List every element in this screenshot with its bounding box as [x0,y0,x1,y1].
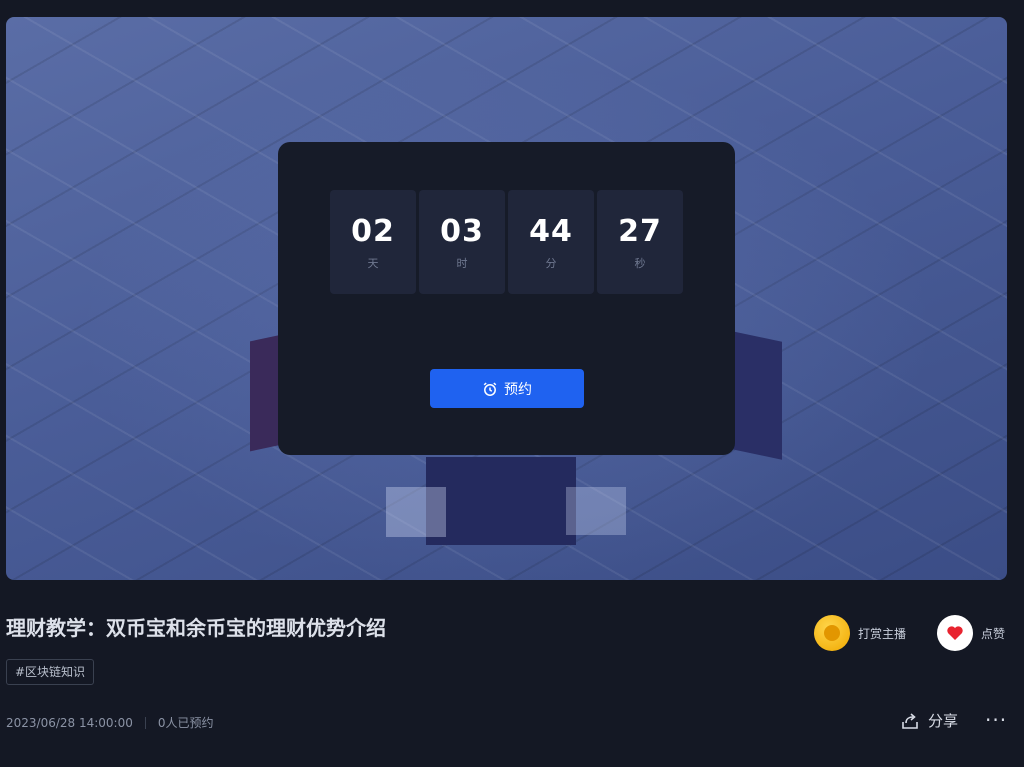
share-button[interactable]: 分享 [900,710,958,731]
share-label: 分享 [928,712,959,730]
cover-block [386,487,446,537]
cover-block [566,487,626,535]
start-datetime: 2023/06/28 14:00:00 [6,715,133,730]
coin-icon [814,615,850,651]
countdown-value: 02 [351,214,395,249]
countdown-unit-label: 时 [456,257,468,270]
reservation-count: 0人已预约 [157,716,214,730]
meta-divider [144,716,146,729]
countdown-days: 02 天 [330,190,416,294]
countdown-value: 27 [618,214,662,249]
countdown-units: 02 天 03 时 44 分 27 秒 [330,190,683,294]
video-title: 理财教学：双币宝和余币宝的理财优势介绍 [6,616,386,640]
heart-icon [937,615,973,651]
countdown-minutes: 44 分 [508,190,594,294]
countdown-unit-label: 分 [545,257,557,270]
more-dots-icon[interactable]: ··· [985,708,1007,732]
countdown-panel: 02 天 03 时 44 分 27 秒 预约 [278,142,735,455]
countdown-value: 44 [529,214,573,249]
tip-host-button[interactable]: 打赏主播 [814,615,906,651]
reserve-button[interactable]: 预约 [430,369,584,408]
countdown-seconds: 27 秒 [597,190,683,294]
countdown-unit-label: 秒 [634,257,646,270]
share-icon [902,712,918,729]
topic-tag[interactable]: #区块链知识 [6,659,95,685]
alarm-clock-icon [483,381,497,396]
countdown-hours: 03 时 [419,190,505,294]
like-label: 点赞 [981,626,1006,641]
tip-label: 打赏主播 [858,626,907,641]
cover-block [426,457,576,545]
like-button[interactable]: 点赞 [937,615,1005,651]
reserve-label: 预约 [504,381,532,398]
countdown-value: 03 [440,214,484,249]
countdown-unit-label: 天 [367,257,379,270]
video-meta: 2023/06/28 14:00:00 0人已预约 [6,714,214,731]
